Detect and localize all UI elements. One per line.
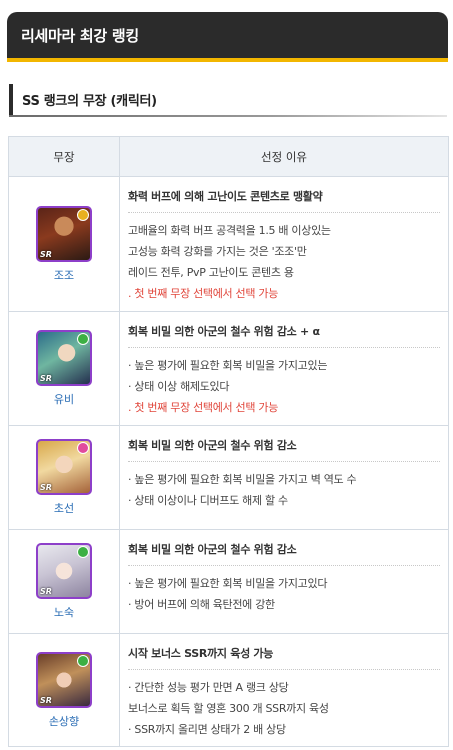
reason-line: · 방어 버프에 의해 육탄전에 강한 [128, 598, 275, 611]
table-row: SR 조조 화력 버프에 의해 고난이도 콘텐츠로 맹활약 고배율의 화력 버프… [8, 176, 449, 312]
reason-headline: 시작 보너스 SSR까지 육성 가능 [128, 645, 440, 670]
reason-cell: 화력 버프에 의해 고난이도 콘텐츠로 맹활약 고배율의 화력 버프 공격력을 … [119, 176, 449, 312]
reason-line: 보너스로 획득 할 영혼 300 개 SSR까지 육성 [128, 702, 329, 715]
section-title: SS 랭크의 무장 (캐릭터) [22, 94, 157, 109]
reason-line: 레이드 전투, PvP 고난이도 콘텐츠 용 [128, 266, 294, 279]
reason-headline: 화력 버프에 의해 고난이도 콘텐츠로 맹활약 [128, 188, 440, 213]
reason-line: · 높은 평가에 필요한 회복 비밀을 가지고 벽 역도 수 [128, 473, 357, 486]
character-cell: SR 유비 [8, 311, 120, 426]
reason-line: · 상태 이상이나 디버프도 해제 할 수 [128, 494, 288, 507]
reason-line: · SSR까지 올리면 상태가 2 배 상당 [128, 723, 286, 736]
character-portrait[interactable]: SR [36, 205, 92, 262]
character-portrait[interactable]: SR [36, 543, 92, 599]
rarity-badge: SR [40, 587, 52, 596]
character-cell: SR 초선 [8, 425, 120, 530]
section-heading: SS 랭크의 무장 (캐릭터) [9, 84, 447, 115]
table-header-row: 무장 선정 이유 [8, 136, 449, 177]
character-portrait[interactable]: SR [36, 439, 92, 495]
reason-headline: 회복 비밀 의한 아군의 철수 위험 감소 [128, 541, 440, 566]
section-divider [9, 115, 447, 117]
header-character: 무장 [8, 136, 120, 177]
table-row: SR 손상향 시작 보너스 SSR까지 육성 가능 · 간단한 성능 평가 만면… [8, 633, 449, 747]
reason-headline: 회복 비밀 의한 아군의 철수 위험 감소 + α [128, 323, 440, 348]
character-cell: SR 손상향 [8, 633, 120, 747]
reason-line: · 높은 평가에 필요한 회복 비밀을 가지고있다 [128, 577, 328, 590]
element-gem-icon [77, 442, 89, 454]
element-gem-icon [77, 546, 89, 558]
reason-headline: 회복 비밀 의한 아군의 철수 위험 감소 [128, 437, 440, 462]
reason-note: . 첫 번째 무장 선택에서 선택 가능 [128, 401, 279, 414]
element-gem-icon [77, 654, 89, 667]
reason-line: · 상태 이상 해제도있다 [128, 380, 230, 393]
rarity-badge: SR [40, 483, 52, 492]
reason-line: 고배율의 화력 버프 공격력을 1.5 배 이상있는 [128, 224, 331, 237]
page-title-bar: 리세마라 최강 랭킹 [7, 12, 448, 62]
character-name[interactable]: 손상향 [9, 713, 119, 729]
reason-cell: 시작 보너스 SSR까지 육성 가능 · 간단한 성능 평가 만면 A 랭크 상… [119, 633, 449, 747]
reason-cell: 회복 비밀 의한 아군의 철수 위험 감소 + α · 높은 평가에 필요한 회… [119, 311, 449, 426]
table-row: SR 초선 회복 비밀 의한 아군의 철수 위험 감소 · 높은 평가에 필요한… [8, 425, 449, 530]
reason-line: 고성능 화력 강화를 가지는 것은 '조조'만 [128, 245, 307, 258]
character-name[interactable]: 초선 [9, 500, 119, 516]
reason-note: . 첫 번째 무장 선택에서 선택 가능 [128, 287, 279, 300]
ranking-table: 무장 선정 이유 SR 조조 화력 버프에 의해 고난이도 콘텐츠로 맹활약 고… [8, 136, 449, 747]
rarity-badge: SR [40, 695, 52, 705]
rarity-badge: SR [40, 249, 52, 259]
character-portrait[interactable]: SR [36, 330, 92, 386]
page-title: 리세마라 최강 랭킹 [21, 26, 139, 45]
header-reason: 선정 이유 [119, 136, 449, 177]
reason-line: · 간단한 성능 평가 만면 A 랭크 상당 [128, 681, 289, 694]
character-cell: SR 노숙 [8, 529, 120, 634]
table-row: SR 노숙 회복 비밀 의한 아군의 철수 위험 감소 · 높은 평가에 필요한… [8, 529, 449, 634]
element-gem-icon [77, 208, 89, 221]
table-row: SR 유비 회복 비밀 의한 아군의 철수 위험 감소 + α · 높은 평가에… [8, 311, 449, 426]
reason-cell: 회복 비밀 의한 아군의 철수 위험 감소 · 높은 평가에 필요한 회복 비밀… [119, 425, 449, 530]
element-gem-icon [77, 333, 89, 345]
character-name[interactable]: 노숙 [9, 604, 119, 620]
character-cell: SR 조조 [8, 176, 120, 312]
character-name[interactable]: 유비 [9, 391, 119, 407]
rarity-badge: SR [40, 374, 52, 383]
character-portrait[interactable]: SR [36, 651, 92, 708]
reason-line: · 높은 평가에 필요한 회복 비밀을 가지고있는 [128, 359, 328, 372]
character-name[interactable]: 조조 [9, 267, 119, 283]
reason-cell: 회복 비밀 의한 아군의 철수 위험 감소 · 높은 평가에 필요한 회복 비밀… [119, 529, 449, 634]
